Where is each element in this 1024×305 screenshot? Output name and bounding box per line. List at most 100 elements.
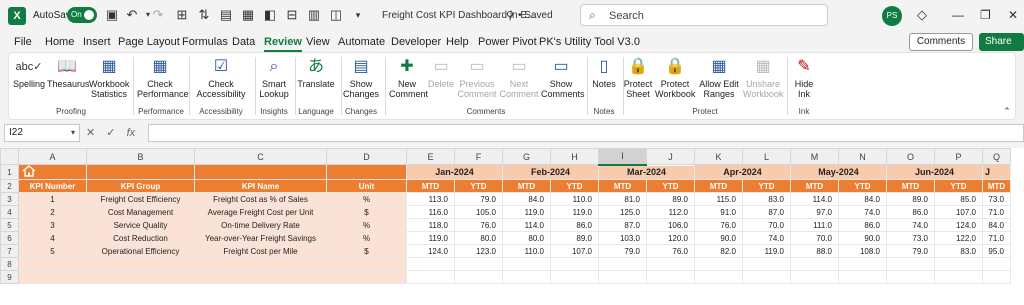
cell[interactable] [742, 270, 791, 284]
allow-edit-ranges-button[interactable]: ▦ Allow Edit Ranges [697, 57, 741, 99]
cell-value[interactable]: 89.0 [886, 192, 935, 206]
show-changes-button[interactable]: ▤ Show Changes [343, 57, 379, 99]
cell[interactable] [550, 270, 599, 284]
cell[interactable] [886, 270, 935, 284]
cell-value[interactable]: 118.0 [406, 218, 455, 232]
cell-value[interactable]: 106.0 [646, 218, 695, 232]
cell-kpi-name[interactable]: On-time Delivery Rate [194, 218, 327, 232]
cell-kpi-group[interactable]: Freight Cost Efficiency [86, 192, 195, 206]
tab-formulas[interactable]: Formulas [182, 36, 228, 48]
header-mtd[interactable]: MTD [694, 179, 743, 193]
protect-workbook-button[interactable]: 🔒 Protect Workbook [655, 57, 695, 99]
sort-icon[interactable]: ⇅ [196, 7, 212, 23]
translate-button[interactable]: あ Translate [297, 57, 335, 89]
tab-automate[interactable]: Automate [338, 36, 385, 48]
cell-kpi-name[interactable]: Freight Cost as % of Sales [194, 192, 327, 206]
home-icon[interactable] [22, 165, 36, 177]
month-header[interactable]: Feb-2024 [502, 164, 599, 180]
restore-button[interactable]: ❐ [980, 8, 991, 22]
cell-value[interactable]: 85.0 [934, 192, 983, 206]
close-button[interactable]: ✕ [1008, 8, 1018, 22]
cell[interactable] [326, 164, 407, 180]
cell-value[interactable]: 84.0 [838, 192, 887, 206]
column-header[interactable]: B [86, 148, 195, 165]
cell-value[interactable]: 122.0 [934, 231, 983, 245]
cell[interactable] [194, 257, 327, 271]
column-header[interactable]: O [886, 148, 935, 165]
table-icon[interactable]: ▦ [240, 7, 256, 23]
column-header[interactable]: P [934, 148, 983, 165]
cell-unit[interactable]: $ [326, 205, 407, 219]
cell-value[interactable]: 114.0 [502, 218, 551, 232]
column-header[interactable]: K [694, 148, 743, 165]
cell-value[interactable]: 74.0 [886, 218, 935, 232]
column-header[interactable]: C [194, 148, 327, 165]
cell[interactable] [742, 257, 791, 271]
chart-icon[interactable]: ▤ [218, 7, 234, 23]
home-cell[interactable] [18, 164, 87, 180]
spelling-button[interactable]: abc✓ Spelling [13, 57, 45, 89]
previous-comment-button[interactable]: ▭ Previous Comment [457, 57, 497, 99]
minimize-button[interactable]: — [952, 8, 964, 22]
cell-kpi-number[interactable]: 1 [18, 192, 87, 206]
cell-value[interactable]: 114.0 [790, 192, 839, 206]
tab-developer[interactable]: Developer [391, 36, 441, 48]
cell-kpi-group[interactable]: Cost Management [86, 205, 195, 219]
header-ytd[interactable]: YTD [742, 179, 791, 193]
cell-value[interactable]: 95.0 [982, 244, 1011, 258]
row-header[interactable]: 2 [0, 179, 19, 193]
tab-power-pivot[interactable]: Power Pivot [478, 36, 537, 48]
cell-value[interactable]: 87.0 [598, 218, 647, 232]
macro-icon[interactable]: ▥ [306, 7, 322, 23]
month-header[interactable]: J [982, 164, 1011, 180]
column-header[interactable]: M [790, 148, 839, 165]
cell[interactable] [790, 257, 839, 271]
month-header[interactable]: Jun-2024 [886, 164, 983, 180]
header-ytd[interactable]: YTD [550, 179, 599, 193]
column-header[interactable]: D [326, 148, 407, 165]
cell-value[interactable]: 74.0 [838, 205, 887, 219]
camera-icon[interactable]: ◫ [328, 7, 344, 23]
cell-value[interactable]: 70.0 [742, 218, 791, 232]
formula-input[interactable] [148, 124, 1024, 142]
cell-value[interactable]: 84.0 [982, 218, 1011, 232]
workbook-statistics-button[interactable]: ▦ Workbook Statistics [89, 57, 129, 99]
cell[interactable] [838, 257, 887, 271]
cell[interactable] [18, 257, 87, 271]
column-header-selected[interactable]: I [598, 148, 647, 166]
cell[interactable] [86, 270, 195, 284]
column-header[interactable]: N [838, 148, 887, 165]
chevron-down-icon[interactable]: ▾ [71, 125, 75, 141]
cell-value[interactable]: 116.0 [406, 205, 455, 219]
cell[interactable] [502, 257, 551, 271]
header-ytd[interactable]: YTD [934, 179, 983, 193]
filter-icon[interactable]: ⊟ [284, 7, 300, 23]
cell-value[interactable]: 108.0 [838, 244, 887, 258]
cell-value[interactable]: 87.0 [742, 205, 791, 219]
cell-value[interactable]: 123.0 [454, 244, 503, 258]
thesaurus-button[interactable]: 📖 Thesaurus [47, 57, 90, 89]
tab-insert[interactable]: Insert [83, 36, 111, 48]
cell[interactable] [550, 257, 599, 271]
month-header[interactable]: May-2024 [790, 164, 887, 180]
tab-data[interactable]: Data [232, 36, 255, 48]
cell[interactable] [934, 257, 983, 271]
cell-value[interactable]: 124.0 [934, 218, 983, 232]
cell-value[interactable]: 110.0 [550, 192, 599, 206]
cell-value[interactable]: 97.0 [790, 205, 839, 219]
check-performance-button[interactable]: ▦ Check Performance [137, 57, 189, 99]
comments-button[interactable]: Comments [909, 33, 973, 51]
save-icon[interactable]: ▣ [104, 7, 120, 23]
protect-sheet-button[interactable]: 🔒 Protect Sheet [623, 57, 653, 99]
header-mtd[interactable]: MTD [598, 179, 647, 193]
cell-kpi-name[interactable]: Freight Cost per Mile [194, 244, 327, 258]
search-box[interactable]: ⌕ Search [580, 4, 828, 26]
cell-value[interactable]: 119.0 [502, 205, 551, 219]
collapse-ribbon-icon[interactable]: ⌃ [999, 103, 1015, 119]
row-header[interactable]: 9 [0, 270, 19, 284]
cell-value[interactable]: 80.0 [454, 231, 503, 245]
cell-value[interactable]: 83.0 [742, 192, 791, 206]
cell[interactable] [838, 270, 887, 284]
cell[interactable] [326, 257, 407, 271]
cell-value[interactable]: 84.0 [502, 192, 551, 206]
